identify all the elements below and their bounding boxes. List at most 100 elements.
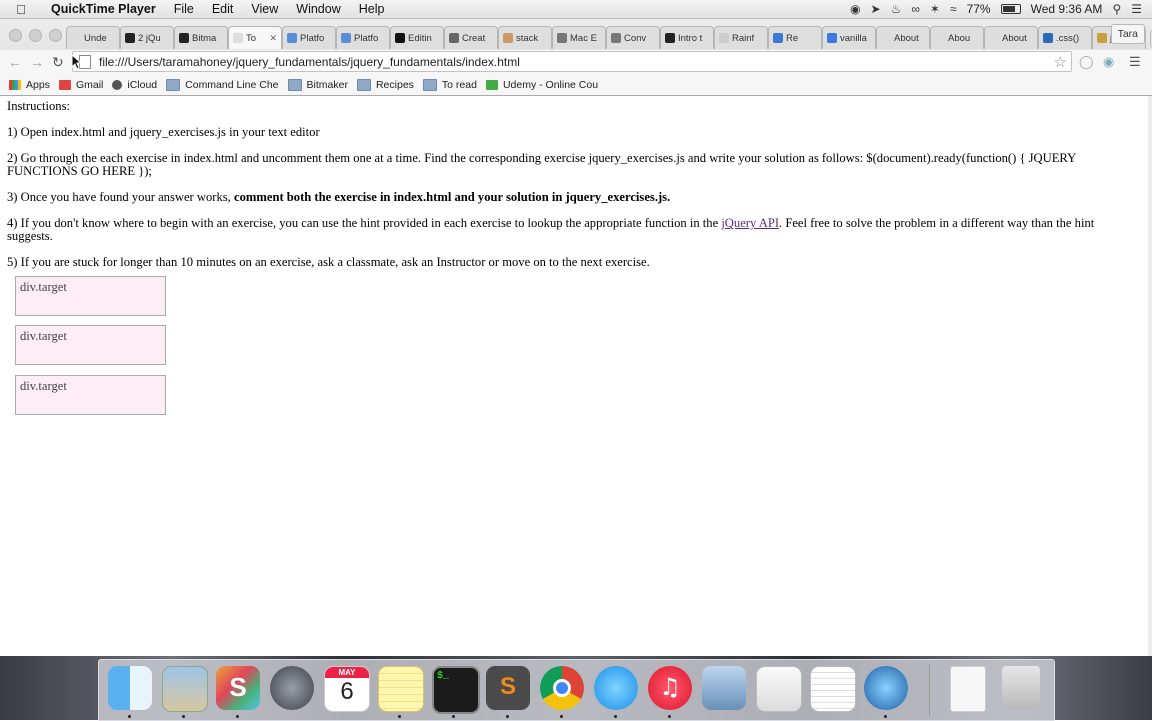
bookmark-icloud[interactable]: iCloud bbox=[112, 79, 157, 91]
camera-extension-icon[interactable]: ◉ bbox=[1103, 54, 1114, 70]
messages-icon[interactable] bbox=[594, 666, 638, 710]
browser-window-chrome: Unde 2 jQu Bitma To ✕ Platfo Platfo Editin Creat… bbox=[0, 19, 1152, 96]
dock-divider bbox=[929, 664, 930, 716]
close-window-button[interactable] bbox=[9, 29, 22, 42]
tab-favicon-icon bbox=[125, 33, 135, 43]
browser-tab[interactable]: Platfo bbox=[336, 26, 390, 49]
menu-app-name[interactable]: QuickTime Player bbox=[42, 2, 165, 16]
image-capture-icon[interactable] bbox=[702, 666, 746, 710]
instruction-step-1: 1) Open index.html and jquery_exercises.… bbox=[7, 125, 320, 139]
target-div: div.target bbox=[15, 375, 166, 415]
sublime-text-icon[interactable]: S bbox=[486, 666, 530, 710]
glasses-icon[interactable]: ∞ bbox=[911, 2, 920, 16]
browser-tab[interactable]: About bbox=[984, 26, 1038, 49]
battery-percent[interactable]: 77% bbox=[967, 2, 991, 16]
browser-tab[interactable]: Unde bbox=[66, 26, 120, 49]
browser-tab[interactable]: 2 jQu bbox=[120, 26, 174, 49]
tab-label: Unde bbox=[84, 32, 107, 44]
notification-center-icon[interactable]: ☰ bbox=[1131, 2, 1142, 16]
browser-tab[interactable]: .css() bbox=[1038, 26, 1092, 49]
page-scrollbar[interactable] bbox=[1148, 96, 1152, 656]
browser-tab[interactable]: Re bbox=[768, 26, 822, 49]
browser-tab[interactable]: Rainf bbox=[714, 26, 768, 49]
running-indicator bbox=[452, 715, 455, 718]
tab-label: Bitma bbox=[192, 32, 217, 44]
tab-favicon-icon bbox=[233, 33, 243, 43]
menu-edit[interactable]: Edit bbox=[203, 2, 243, 16]
bookmark-apps[interactable]: Apps bbox=[9, 79, 50, 91]
tab-favicon-icon bbox=[557, 33, 567, 43]
browser-tab[interactable]: Platfo bbox=[282, 26, 336, 49]
browser-tab[interactable]: To ✕ bbox=[228, 26, 282, 49]
textedit-icon[interactable] bbox=[756, 666, 802, 712]
back-arrow-icon[interactable]: ← bbox=[8, 54, 22, 70]
menubar-clock[interactable]: Wed 9:36 AM bbox=[1031, 2, 1103, 16]
preview-icon[interactable] bbox=[162, 666, 208, 712]
itunes-icon[interactable]: ♫ bbox=[648, 666, 692, 710]
running-indicator bbox=[398, 715, 401, 718]
browser-tab[interactable]: Mac E bbox=[552, 26, 606, 49]
chrome-center bbox=[553, 679, 571, 697]
system-preferences-icon[interactable] bbox=[270, 666, 314, 710]
battery-icon[interactable] bbox=[1000, 4, 1021, 14]
reload-icon[interactable]: ↻ bbox=[52, 54, 64, 71]
bookmark-star-icon[interactable]: ☆ bbox=[1054, 53, 1067, 71]
notification-bell-icon[interactable]: ♨ bbox=[891, 2, 902, 16]
notes-icon[interactable] bbox=[378, 666, 424, 712]
bookmark-command-line[interactable]: Command Line Che bbox=[166, 78, 279, 91]
trash-icon[interactable] bbox=[1002, 666, 1040, 710]
tab-favicon-icon bbox=[179, 33, 189, 43]
bluetooth-icon[interactable]: ✶ bbox=[930, 2, 940, 16]
instruction-step-2: 2) Go through the each exercise in index… bbox=[7, 151, 1076, 178]
bookmark-to-read[interactable]: To read bbox=[422, 78, 477, 91]
chrome-menu-icon[interactable]: ☰ bbox=[1129, 54, 1141, 70]
browser-tab[interactable]: vanilla bbox=[822, 26, 876, 49]
target-div: div.target bbox=[15, 325, 166, 365]
bookmark-bitmaker[interactable]: Bitmaker bbox=[287, 78, 348, 91]
documents-icon[interactable] bbox=[950, 666, 986, 712]
record-icon[interactable]: ◉ bbox=[850, 2, 860, 16]
calendar-icon[interactable]: MAY 6 bbox=[324, 666, 370, 712]
browser-tab[interactable]: Editin bbox=[390, 26, 444, 49]
browser-tab[interactable]: Conv bbox=[606, 26, 660, 49]
bookmark-label: Bitmaker bbox=[306, 78, 348, 91]
minimize-window-button[interactable] bbox=[29, 29, 42, 42]
profile-button[interactable]: Tara bbox=[1110, 24, 1145, 44]
tab-favicon-icon bbox=[935, 33, 945, 43]
menu-help[interactable]: Help bbox=[350, 2, 394, 16]
spotlight-search-icon[interactable]: ⚲ bbox=[1112, 2, 1121, 16]
menu-file[interactable]: File bbox=[165, 2, 203, 16]
page-content: Instructions: 1) Open index.html and jqu… bbox=[0, 96, 1148, 656]
folder-icon bbox=[356, 78, 371, 91]
chrome-icon[interactable] bbox=[540, 666, 584, 710]
wifi-icon[interactable]: ≈ bbox=[950, 2, 957, 16]
menu-view[interactable]: View bbox=[242, 2, 287, 16]
quicktime-icon[interactable] bbox=[864, 666, 908, 710]
bookmark-recipes[interactable]: Recipes bbox=[356, 78, 414, 91]
url-text[interactable]: file:///Users/taramahoney/jquery_fundame… bbox=[99, 55, 520, 69]
bookmark-label: Apps bbox=[26, 78, 50, 91]
browser-tab[interactable]: Intro t bbox=[660, 26, 714, 49]
browser-tab[interactable]: Bitma bbox=[174, 26, 228, 49]
apple-menu-icon[interactable]:  bbox=[0, 2, 42, 17]
location-icon[interactable]: ➤ bbox=[871, 2, 881, 16]
browser-tab[interactable]: About bbox=[876, 26, 930, 49]
slack-icon[interactable]: S bbox=[216, 666, 260, 710]
forward-arrow-icon[interactable]: → bbox=[30, 54, 44, 70]
browser-tab[interactable]: stack bbox=[498, 26, 552, 49]
zoom-window-button[interactable] bbox=[49, 29, 62, 42]
jquery-api-link[interactable]: jQuery API bbox=[721, 216, 779, 230]
terminal-icon[interactable]: $_ bbox=[432, 666, 480, 714]
browser-tab[interactable]: Abou bbox=[930, 26, 984, 49]
tab-label: vanilla bbox=[840, 32, 867, 44]
menu-window[interactable]: Window bbox=[287, 2, 349, 16]
bookmark-gmail[interactable]: Gmail bbox=[58, 79, 103, 91]
browser-tab[interactable]: Creat bbox=[444, 26, 498, 49]
address-bar[interactable]: file:///Users/taramahoney/jquery_fundame… bbox=[72, 51, 1072, 72]
finder-icon[interactable] bbox=[108, 666, 152, 710]
extension-icon[interactable]: ◯ bbox=[1079, 54, 1094, 70]
paper-notes-icon[interactable] bbox=[810, 666, 856, 712]
bookmark-udemy[interactable]: Udemy - Online Cou bbox=[485, 79, 598, 91]
tab-label: 2 jQu bbox=[138, 32, 161, 44]
tab-close-icon[interactable]: ✕ bbox=[269, 33, 277, 44]
